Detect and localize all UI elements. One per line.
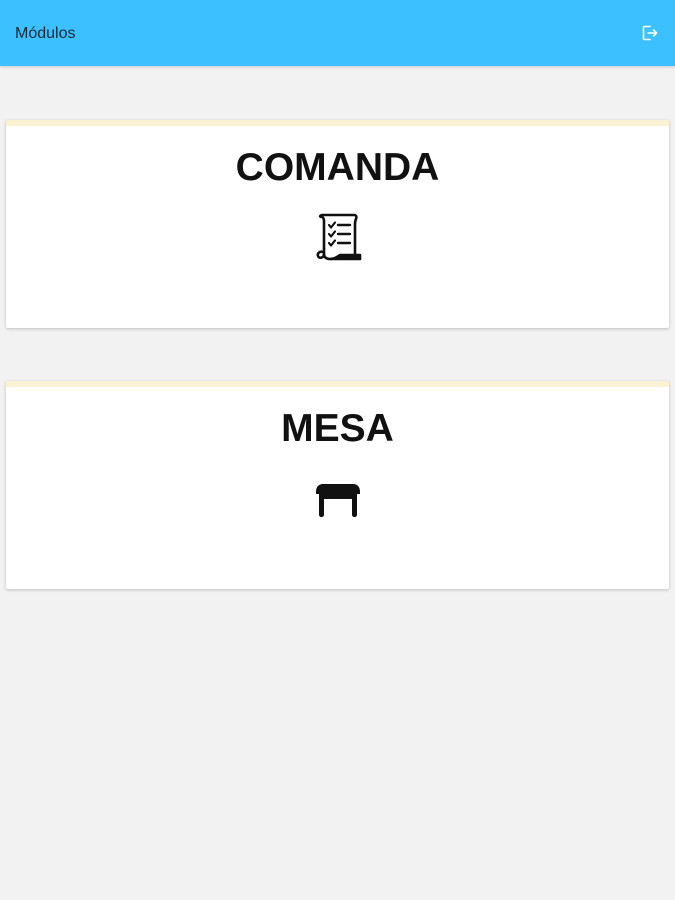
table-icon [315,484,360,517]
app-header: Módulos [0,0,675,66]
logout-button[interactable] [639,22,661,44]
module-label-comanda: COMANDA [235,146,440,189]
logout-icon [642,25,658,41]
module-card-mesa[interactable]: MESA [6,381,669,589]
module-label-mesa: MESA [281,407,394,450]
module-card-comanda[interactable]: COMANDA [6,120,669,328]
page-title: Módulos [15,25,76,42]
checklist-scroll-icon [316,213,361,261]
